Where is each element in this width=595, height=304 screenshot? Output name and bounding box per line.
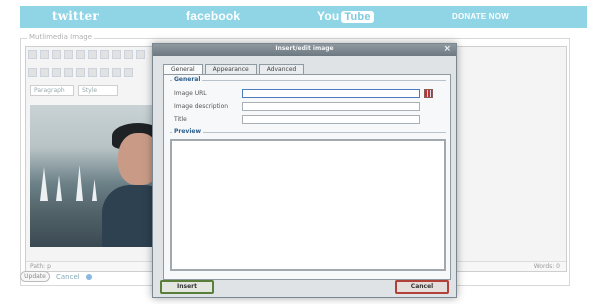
facebook-link[interactable]: facebook [186, 9, 240, 23]
page: twitter facebook You Tube DONATE NOW Mutl… [0, 0, 595, 304]
youtube-link[interactable]: You Tube [317, 9, 374, 23]
preview-section: Preview [170, 128, 446, 272]
editor-photo [30, 105, 158, 247]
title-input[interactable] [242, 115, 420, 124]
tab-panel-general: General Image URL Image description Titl… [163, 74, 451, 280]
image-description-row: Image description [174, 102, 446, 112]
browse-image-icon[interactable] [424, 89, 433, 98]
tab-general[interactable]: General [163, 64, 203, 74]
help-icon[interactable] [85, 273, 92, 280]
preview-box [170, 139, 446, 271]
donate-link[interactable]: DONATE NOW [452, 12, 509, 21]
toolbar-button[interactable] [76, 68, 85, 77]
font-select[interactable]: Style [78, 85, 118, 96]
toolbar-button[interactable] [40, 68, 49, 77]
toolbar-button[interactable] [124, 50, 133, 59]
image-url-label: Image URL [174, 90, 207, 97]
cancel-link[interactable]: Cancel [56, 273, 80, 281]
toolbar-button[interactable] [28, 50, 37, 59]
dialog-titlebar[interactable]: Insert/edit image × [153, 44, 456, 56]
toolbar-button[interactable] [100, 50, 109, 59]
toolbar-button[interactable] [52, 50, 61, 59]
toolbar-button[interactable] [28, 68, 37, 77]
cancel-button[interactable]: Cancel [395, 280, 449, 294]
tab-appearance[interactable]: Appearance [204, 64, 257, 74]
toolbar-row-1 [28, 50, 145, 61]
title-row: Title [174, 115, 446, 125]
dialog-tabs: General Appearance Advanced [163, 64, 305, 74]
youtube-tube-text: Tube [341, 11, 374, 23]
image-url-input[interactable] [242, 89, 420, 98]
fieldset-legend: Mutlimedia Image [27, 33, 95, 41]
tab-advanced[interactable]: Advanced [258, 64, 305, 74]
general-section: General Image URL Image description Titl… [170, 76, 446, 126]
youtube-you-text: You [317, 9, 340, 23]
format-select[interactable]: Paragraph [30, 85, 74, 96]
toolbar-button[interactable] [40, 50, 49, 59]
toolbar-button[interactable] [112, 50, 121, 59]
update-button[interactable]: Update [20, 271, 50, 282]
toolbar-button[interactable] [88, 68, 97, 77]
toolbar-button[interactable] [124, 68, 133, 77]
toolbar-button[interactable] [112, 68, 121, 77]
toolbar-button[interactable] [88, 50, 97, 59]
insert-button[interactable]: Insert [160, 280, 214, 294]
general-legend: General [172, 76, 203, 83]
word-count: Words: 0 [533, 263, 560, 270]
social-bar: twitter facebook You Tube DONATE NOW [20, 6, 587, 28]
toolbar-button[interactable] [52, 68, 61, 77]
image-url-row: Image URL [174, 89, 446, 99]
title-label: Title [174, 116, 187, 123]
toolbar-button[interactable] [100, 68, 109, 77]
dialog-title: Insert/edit image [275, 45, 334, 52]
toolbar-button[interactable] [136, 50, 145, 59]
image-description-label: Image description [174, 103, 229, 110]
preview-legend: Preview [172, 128, 204, 135]
toolbar-row-2 [28, 68, 133, 79]
form-actions: Update Cancel [20, 271, 92, 282]
toolbar-button[interactable] [76, 50, 85, 59]
insert-image-dialog: Insert/edit image × General Appearance A… [152, 43, 457, 298]
toolbar-button[interactable] [64, 68, 73, 77]
twitter-link[interactable]: twitter [52, 9, 99, 23]
close-icon[interactable]: × [443, 44, 451, 55]
path-label: Path: p [30, 263, 51, 270]
image-description-input[interactable] [242, 102, 420, 111]
toolbar-button[interactable] [64, 50, 73, 59]
